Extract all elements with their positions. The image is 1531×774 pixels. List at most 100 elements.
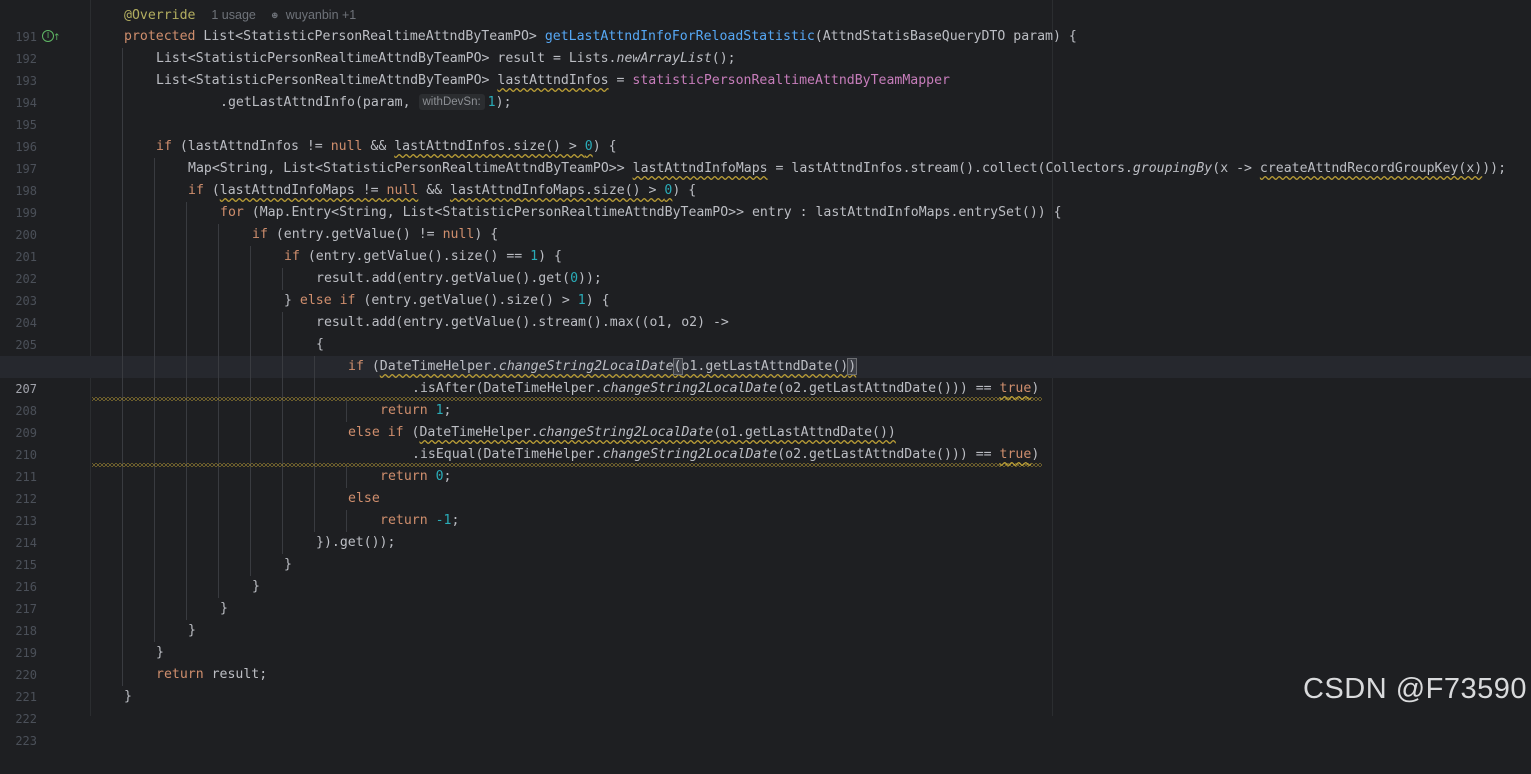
code-line[interactable]: 222 } [0, 686, 1531, 726]
usage-hint[interactable]: 1 usage [211, 8, 255, 22]
code-text: = [608, 73, 633, 88]
code-text: ) { [672, 183, 697, 198]
code-line[interactable]: 198 Map<String, List<StatisticPersonReal… [0, 158, 1531, 198]
code-text: lastAttndInfoMaps != [219, 183, 387, 198]
code-text: } [188, 623, 196, 638]
code-text: lastAttndInfos.size() > [394, 139, 585, 154]
code-line[interactable]: 214 return -1; [0, 510, 1531, 550]
keyword: else if [348, 425, 404, 440]
keyword: else [348, 491, 380, 506]
keyword: true [999, 381, 1032, 396]
code-text: changeString2LocalDate [602, 381, 778, 396]
keyword: if [188, 183, 204, 198]
code-text: changeString2LocalDate [498, 359, 674, 374]
code-line[interactable]: 199 if (lastAttndInfoMaps != null && las… [0, 180, 1531, 220]
code-text: (lastAttndInfos != [171, 139, 331, 154]
code-text: newArrayList [616, 51, 712, 66]
code-line[interactable]: 205 result.add(entry.getValue().stream()… [0, 312, 1531, 352]
keyword: null [330, 139, 363, 154]
code-text: changeString2LocalDate [538, 425, 714, 440]
code-text: (o2.getLastAttndDate())) == [777, 381, 1000, 396]
watermark: CSDN @F73590 [1302, 673, 1527, 705]
number: 0 [570, 271, 579, 286]
code-text: } [252, 579, 260, 594]
code-text: (entry.getValue().size() == [299, 249, 531, 264]
code-line[interactable]: 197 if (lastAttndInfos != null && lastAt… [0, 136, 1531, 176]
current-code-line[interactable]: 207 if (DateTimeHelper.changeString2Loca… [0, 356, 1531, 396]
code-line[interactable]: 200 for (Map.Entry<String, List<Statisti… [0, 202, 1531, 242]
number: 1 [487, 95, 496, 110]
code-text: } [156, 645, 164, 660]
code-text: && [362, 139, 395, 154]
code-line[interactable]: 193 List<StatisticPersonRealtimeAttndByT… [0, 48, 1531, 88]
code-line[interactable]: 204 } else if (entry.getValue().size() >… [0, 290, 1531, 330]
code-text: ); [495, 95, 512, 110]
author-hint[interactable]: wuyanbin +1 [286, 8, 357, 22]
code-line[interactable]: 206 { [0, 334, 1531, 374]
code-text: DateTimeHelper. [419, 425, 539, 440]
code-text: } [124, 689, 132, 704]
code-line[interactable]: 203 result.add(entry.getValue().get(0)); [0, 268, 1531, 308]
code-line[interactable]: 196 [0, 114, 1531, 154]
code-line[interactable]: 220 } [0, 642, 1531, 682]
code-line[interactable]: 195 .getLastAttndInfo(param, withDevSn: 1… [0, 92, 1531, 132]
code-line[interactable]: 208 .isAfter(DateTimeHelper.changeString… [0, 378, 1531, 418]
code-text: ) { [585, 293, 610, 308]
code-text: lastAttndInfos [497, 73, 609, 88]
code-line[interactable]: 192 I ↑ protected List<StatisticPersonRe… [0, 26, 1531, 66]
code-text: createAttndRecordGroupKey(x) [1259, 161, 1483, 176]
keyword: protected [124, 29, 196, 44]
code-text: ( [403, 425, 420, 440]
code-text: result; [203, 667, 268, 682]
code-text: DateTimeHelper. [379, 359, 499, 374]
code-line[interactable]: 219 } [0, 620, 1531, 660]
code-line[interactable]: 216 } [0, 554, 1531, 594]
code-line[interactable]: 210 else if (DateTimeHelper.changeString… [0, 422, 1531, 462]
number: 1 [530, 249, 539, 264]
code-text: result.add(entry.getValue().get( [316, 271, 571, 286]
code-line[interactable]: 215 }).get()); [0, 532, 1531, 572]
override-arrow-icon[interactable]: ↑ [53, 27, 61, 49]
code-editor[interactable]: 191 @Override 1 usage ☻ wuyanbin +1 192 … [0, 0, 1531, 748]
code-text: ( [203, 183, 220, 198]
code-text: .getLastAttndInfo(param, [220, 95, 419, 110]
code-line[interactable]: 202 if (entry.getValue().size() == 1) { [0, 246, 1531, 286]
code-text: ) [1031, 381, 1040, 396]
code-text: )); [578, 271, 602, 286]
code-text: ; [451, 513, 460, 528]
code-text: ) { [538, 249, 562, 264]
keyword: for [220, 205, 244, 220]
code-text: } [284, 293, 300, 308]
code-line[interactable]: 194 List<StatisticPersonRealtimeAttndByT… [0, 70, 1531, 110]
code-line[interactable]: 223 [0, 708, 1531, 748]
code-line[interactable]: 201 if (entry.getValue() != null) { [0, 224, 1531, 264]
code-line[interactable]: 218 } [0, 598, 1531, 638]
code-text: Map<String, List<StatisticPersonRealtime… [188, 161, 633, 176]
code-text: (entry.getValue() != [267, 227, 443, 242]
code-text: (entry.getValue().size() > [355, 293, 578, 308]
code-text: ) { [592, 139, 617, 154]
code-text: (o2.getLastAttndDate())) == [777, 447, 1000, 462]
code-line[interactable]: 191 @Override 1 usage ☻ wuyanbin +1 [0, 4, 1531, 44]
code-text: } [284, 557, 292, 572]
keyword: if [284, 249, 300, 264]
keyword: if [348, 359, 364, 374]
method-name: getLastAttndInfoForReloadStatistic [544, 29, 815, 44]
keyword: return [380, 469, 428, 484]
number: 0 [435, 469, 444, 484]
code-line[interactable]: 221 return result; [0, 664, 1531, 704]
keyword: else if [299, 293, 356, 308]
code-line[interactable]: 212 return 0; [0, 466, 1531, 506]
code-text: (o1.getLastAttndDate()) [713, 425, 896, 440]
code-text: = lastAttndInfos.stream().collect(Collec… [767, 161, 1133, 176]
code-line[interactable]: 217 } [0, 576, 1531, 616]
code-text: ) { [474, 227, 499, 242]
code-line[interactable]: 213 else [0, 488, 1531, 528]
code-text: (Map.Entry<String, List<StatisticPersonR… [243, 205, 1062, 220]
code-text: lastAttndInfoMaps.size() > [450, 183, 665, 198]
line-number: 223 [15, 734, 37, 748]
code-line[interactable]: 209 return 1; [0, 400, 1531, 440]
code-text: (); [711, 51, 736, 66]
code-text: result.add(entry.getValue().stream().max… [316, 315, 729, 330]
code-line[interactable]: 211 .isEqual(DateTimeHelper.changeString… [0, 444, 1531, 484]
